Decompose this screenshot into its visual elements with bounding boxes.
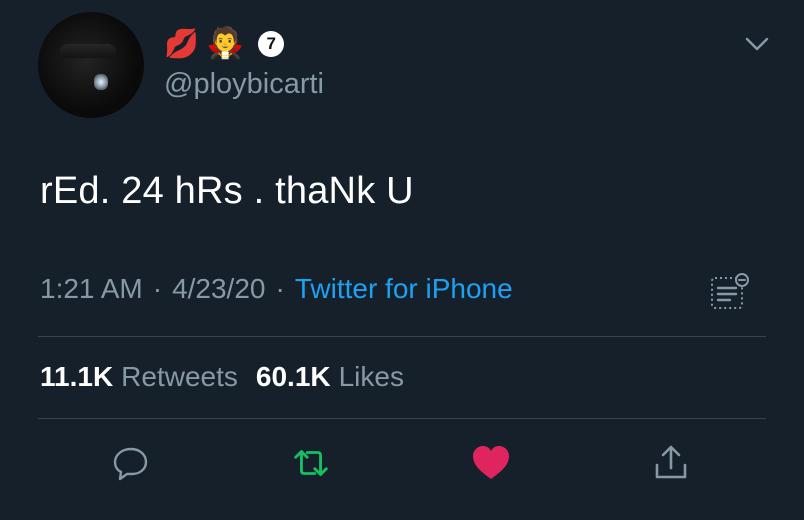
tweet-detail: 💋 🧛 7 @ploybicarti rEd. 24 hRs . thaNk U… [0,0,804,520]
heart-icon [473,446,509,479]
display-name[interactable]: 💋 🧛 7 [164,24,285,64]
user-handle[interactable]: @ploybicarti [164,68,324,101]
analytics-icon[interactable] [706,272,750,316]
tweet-time: 1:21 AM [40,273,143,304]
retweet-button[interactable] [290,442,332,484]
tweet-stats: 11.1K Retweets 60.1K Likes [40,361,404,393]
share-icon [655,445,687,479]
tweet-source-link[interactable]: Twitter for iPhone [295,273,513,305]
likes-stat[interactable]: 60.1K Likes [256,361,404,393]
reply-icon [113,447,148,481]
tweet-meta: 1:21 AM · 4/23/20 · Twitter for iPhone [40,273,513,305]
meta-separator: · [275,273,285,304]
chevron-down-icon[interactable] [744,34,770,54]
share-button[interactable] [650,442,692,484]
retweets-stat[interactable]: 11.1K Retweets [40,361,238,393]
likes-count: 60.1K [255,361,331,392]
avatar-image-detail [94,74,108,90]
avatar[interactable] [38,12,144,118]
kiss-mark-icon: 💋 [164,28,199,59]
retweets-count: 11.1K [40,361,114,392]
reply-button[interactable] [110,442,152,484]
like-button[interactable] [470,442,512,484]
retweet-icon [294,450,328,476]
tweet-text: rEd. 24 hRs . thaNk U [40,170,414,212]
number-badge: 7 [258,31,285,57]
vampire-icon: 🧛 [206,27,245,60]
tweet-date: 4/23/20 [172,273,266,304]
avatar-image-detail [60,44,116,58]
action-bar [0,442,804,484]
divider [38,418,766,419]
retweets-label: Retweets [121,361,238,392]
likes-label: Likes [338,361,404,392]
meta-separator: · [152,273,163,304]
divider [38,336,766,337]
